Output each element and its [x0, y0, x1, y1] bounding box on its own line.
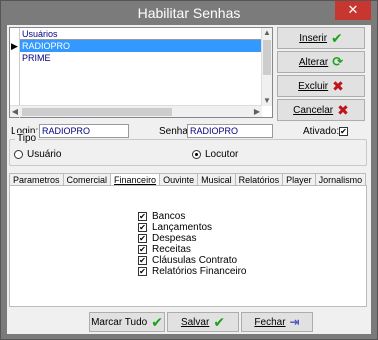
refresh-icon: ⟳	[332, 54, 344, 69]
permission-checkbox[interactable]: ✔	[138, 234, 147, 243]
grid-horizontal-scrollbar[interactable]: ◀ ▶	[10, 105, 262, 117]
permission-checkbox[interactable]: ✔	[138, 245, 147, 254]
radio-button-usuario[interactable]	[14, 150, 23, 159]
excluir-label: Excluir	[298, 80, 329, 92]
login-field[interactable]: RADIOPRO	[39, 124, 129, 138]
grid-vertical-scrollbar[interactable]: ▲ ▼	[261, 28, 272, 106]
cancelar-button[interactable]: Cancelar ✖	[277, 99, 365, 121]
permission-checkbox[interactable]: ✔	[138, 212, 147, 221]
salvar-label: Salvar	[180, 316, 210, 328]
cancelar-label: Cancelar	[293, 104, 334, 116]
salvar-button[interactable]: Salvar ✔	[167, 312, 239, 332]
fechar-button[interactable]: Fechar ⇥	[241, 312, 313, 332]
tipo-group: Tipo Usuário Locutor	[9, 133, 367, 166]
check-icon: ✔	[151, 314, 163, 330]
exit-door-icon: ⇥	[289, 315, 300, 329]
marcar-tudo-button[interactable]: Marcar Tudo ✔	[89, 312, 165, 332]
dialog-window: Habilitar Senhas ✕ Usuários ▶ RADIOPRO P…	[0, 0, 378, 340]
scroll-left-arrow-icon[interactable]: ◀	[10, 107, 20, 117]
grid-row[interactable]: RADIOPRO	[20, 40, 262, 52]
check-icon: ✔	[213, 314, 226, 330]
permission-item[interactable]: ✔ Relatórios Financeiro	[138, 266, 247, 277]
radio-button-locutor[interactable]	[192, 150, 201, 159]
permission-label: Lançamentos	[152, 222, 213, 233]
alterar-button[interactable]: Alterar ⟳	[277, 51, 365, 73]
permission-item[interactable]: ✔ Despesas	[138, 233, 196, 244]
users-grid[interactable]: Usuários ▶ RADIOPRO PRIME ▲ ▼ ◀ ▶	[9, 27, 273, 118]
permission-label: Despesas	[152, 233, 197, 244]
current-row-marker-icon: ▶	[11, 41, 18, 51]
horizontal-scroll-thumb[interactable]	[22, 108, 172, 116]
permission-item[interactable]: ✔ Lançamentos	[138, 222, 212, 233]
radio-usuario-label: Usuário	[27, 149, 62, 160]
dialog-client-area: Usuários ▶ RADIOPRO PRIME ▲ ▼ ◀ ▶ Inseri…	[7, 25, 371, 334]
senha-field[interactable]: RADIOPRO	[187, 124, 273, 138]
ativado-label: Ativado:	[303, 126, 340, 137]
permission-label: Relatórios Financeiro	[152, 266, 247, 277]
grid-header-usuarios[interactable]: Usuários	[20, 28, 262, 40]
marcar-tudo-label: Marcar Tudo	[91, 316, 148, 328]
excluir-button[interactable]: Excluir ✖	[277, 75, 365, 97]
window-title: Habilitar Senhas	[137, 5, 241, 21]
alterar-label: Alterar	[298, 56, 329, 68]
permission-label: Bancos	[152, 211, 186, 222]
title-bar: Habilitar Senhas ✕	[1, 1, 377, 25]
cancel-x-icon: ✖	[337, 102, 349, 118]
delete-x-icon: ✖	[332, 78, 344, 94]
senha-label: Senha:	[159, 126, 191, 137]
close-button[interactable]: ✕	[335, 1, 371, 20]
inserir-button[interactable]: Inserir ✔	[277, 27, 365, 49]
radio-locutor[interactable]: Locutor	[192, 149, 238, 160]
scroll-up-arrow-icon[interactable]: ▲	[262, 28, 272, 38]
inserir-label: Inserir	[299, 32, 328, 44]
ativado-checkbox[interactable]: ✔	[339, 127, 348, 136]
fechar-label: Fechar	[254, 316, 286, 328]
permission-checkbox[interactable]: ✔	[138, 256, 147, 265]
scroll-down-arrow-icon[interactable]: ▼	[262, 96, 272, 106]
permission-item[interactable]: ✔ Bancos	[138, 211, 185, 222]
permission-checkbox[interactable]: ✔	[138, 223, 147, 232]
check-icon: ✔	[331, 30, 343, 46]
radio-usuario[interactable]: Usuário	[14, 149, 61, 160]
tipo-legend: Tipo	[15, 133, 39, 144]
grid-row[interactable]: PRIME	[20, 52, 262, 64]
permission-item[interactable]: ✔ Cláusulas Contrato	[138, 255, 237, 266]
financeiro-tab-panel: ✔ Bancos ✔ Lançamentos ✔ Despesas ✔ Rece…	[9, 185, 367, 307]
vertical-scroll-thumb[interactable]	[263, 40, 271, 75]
permission-label: Cláusulas Contrato	[152, 255, 238, 266]
permission-checkbox[interactable]: ✔	[138, 267, 147, 276]
scroll-right-arrow-icon[interactable]: ▶	[252, 107, 262, 117]
permission-label: Receitas	[152, 244, 191, 255]
permission-item[interactable]: ✔ Receitas	[138, 244, 191, 255]
radio-locutor-label: Locutor	[205, 149, 239, 160]
